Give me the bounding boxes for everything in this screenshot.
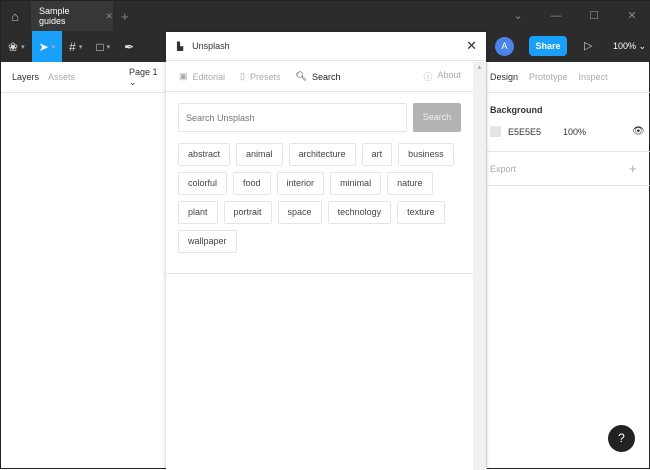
avatar[interactable]: A <box>495 37 514 56</box>
tag-interior[interactable]: interior <box>276 172 325 195</box>
search-button[interactable]: Search <box>413 103 461 132</box>
color-swatch[interactable] <box>490 126 501 137</box>
about-label: About <box>437 70 461 80</box>
tag-colorful[interactable]: colorful <box>178 172 228 195</box>
tab-label: Sample guides <box>39 6 70 26</box>
tag-texture[interactable]: texture <box>397 201 445 224</box>
scrollbar[interactable]: ▲ <box>473 62 486 470</box>
close-icon[interactable]: ✕ <box>466 38 477 54</box>
help-button[interactable]: ? <box>608 425 635 452</box>
tag-wallpaper[interactable]: wallpaper <box>178 230 237 253</box>
rectangle-icon: □ <box>96 39 104 54</box>
tag-minimal[interactable]: minimal <box>330 172 382 195</box>
maximize-icon[interactable]: ☐ <box>575 1 613 31</box>
cursor-icon: ➤ <box>38 39 49 54</box>
share-button[interactable]: Share <box>529 36 567 56</box>
opacity-value[interactable]: 100% <box>563 127 586 137</box>
home-icon[interactable]: ⌂ <box>1 1 29 31</box>
tab-label: Editorial <box>192 71 226 82</box>
tab-prototype[interactable]: Prototype <box>529 72 568 82</box>
tag-space[interactable]: space <box>277 201 322 224</box>
divider <box>166 273 473 274</box>
add-export-icon[interactable]: + <box>629 161 637 176</box>
tab-label: Presets <box>249 71 281 82</box>
background-label: Background <box>490 105 543 115</box>
zoom-value: 100% <box>613 41 637 51</box>
eye-icon[interactable]: 👁 <box>632 126 645 137</box>
search-input[interactable] <box>178 103 407 132</box>
close-tab-icon[interactable]: ✕ <box>105 11 113 22</box>
tab-label: Search <box>311 71 341 82</box>
tag-business[interactable]: business <box>398 143 454 166</box>
new-tab-icon[interactable]: + <box>121 9 129 24</box>
search-icon: 🔍︎ <box>295 71 307 81</box>
tag-technology[interactable]: technology <box>327 201 392 224</box>
pen-icon: ✒ <box>124 39 135 54</box>
title-bar: ⌂ Sample guides ✕ + ⌄ — ☐ ✕ <box>1 1 650 31</box>
tag-art[interactable]: art <box>361 143 393 166</box>
tab-assets[interactable]: Assets <box>48 72 75 82</box>
shape-tool-button[interactable]: □ ▾ <box>89 31 117 62</box>
figma-icon: ❀ <box>8 39 19 54</box>
image-icon: ▣ <box>179 71 188 81</box>
unsplash-plugin-window: ▙ Unsplash ✕ ▣ Editorial ▯ Presets 🔍︎ Searc… <box>166 32 486 470</box>
main-menu-button[interactable]: ❀ ▾ <box>1 31 32 62</box>
right-panel: Design Prototype Inspect Background E5E5… <box>486 62 650 470</box>
frame-tool-button[interactable]: # ▾ <box>62 31 89 62</box>
tag-food[interactable]: food <box>233 172 271 195</box>
file-tab[interactable]: Sample guides ✕ <box>31 1 113 31</box>
plugin-title: Unsplash <box>192 41 230 51</box>
about-link[interactable]: ⓘ About <box>423 70 461 83</box>
minimize-icon[interactable]: — <box>537 1 575 31</box>
export-label: Export <box>490 163 517 174</box>
unsplash-logo-icon: ▙ <box>177 41 184 51</box>
color-hex[interactable]: E5E5E5 <box>508 127 541 137</box>
tab-editorial[interactable]: ▣ Editorial <box>179 71 225 82</box>
page-selector[interactable]: Page 1 ⌄ <box>129 67 166 88</box>
tab-presets[interactable]: ▯ Presets <box>240 71 280 82</box>
zoom-dropdown[interactable]: 100% ⌄ <box>613 41 646 52</box>
frame-icon: # <box>69 39 76 54</box>
tag-list: abstract animal architecture art busines… <box>178 143 468 253</box>
move-tool-button[interactable]: ➤ ▾ <box>31 31 63 62</box>
help-circle-icon: ⓘ <box>423 72 433 82</box>
chevron-down-icon[interactable]: ⌄ <box>499 1 537 31</box>
tag-abstract[interactable]: abstract <box>178 143 231 166</box>
tag-animal[interactable]: animal <box>236 143 283 166</box>
tab-layers[interactable]: Layers <box>12 72 39 82</box>
present-icon[interactable]: ▷ <box>584 39 592 52</box>
tab-inspect[interactable]: Inspect <box>579 72 608 82</box>
bookmark-icon: ▯ <box>240 71 245 81</box>
pen-tool-button[interactable]: ✒ <box>117 31 141 62</box>
page-label: Page 1 <box>129 66 158 77</box>
tab-design[interactable]: Design <box>490 72 518 82</box>
tag-architecture[interactable]: architecture <box>288 143 356 166</box>
tag-portrait[interactable]: portrait <box>223 201 272 224</box>
tag-plant[interactable]: plant <box>178 201 218 224</box>
tag-nature[interactable]: nature <box>387 172 433 195</box>
tab-search[interactable]: 🔍︎ Search <box>296 71 341 82</box>
left-panel-tabs: Layers Assets Page 1 ⌄ <box>1 62 166 93</box>
window-close-icon[interactable]: ✕ <box>613 1 650 31</box>
